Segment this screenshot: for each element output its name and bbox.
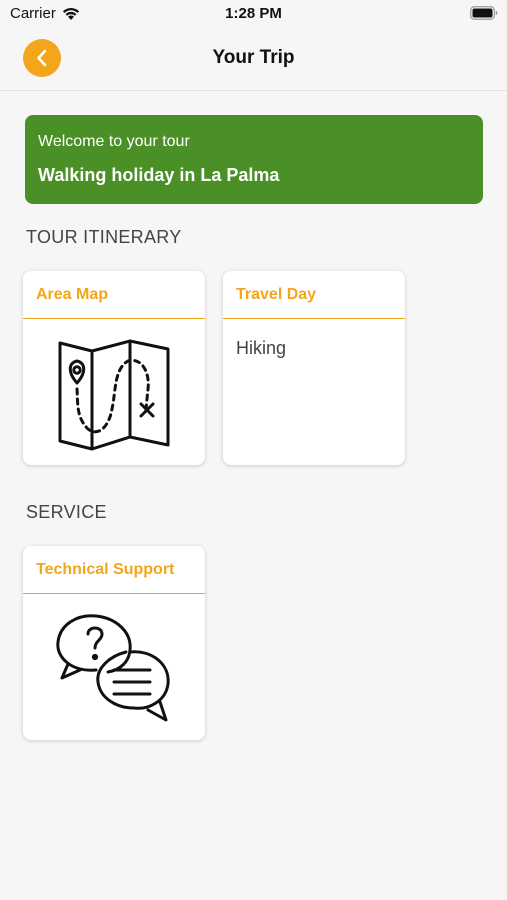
map-icon <box>58 339 170 451</box>
welcome-banner: Welcome to your tour Walking holiday in … <box>25 115 483 204</box>
card-header: Area Map <box>23 271 205 319</box>
card-body <box>23 594 205 740</box>
section-heading-service: SERVICE <box>26 502 107 522</box>
card-title: Technical Support <box>36 560 175 578</box>
travel-day-activity: Hiking <box>236 338 287 358</box>
status-time: 1:28 PM <box>225 5 282 22</box>
welcome-subtitle: Welcome to your tour <box>38 133 190 150</box>
card-header: Technical Support <box>23 546 205 594</box>
card-header: Travel Day <box>223 271 405 319</box>
card-title: Travel Day <box>236 285 317 303</box>
card-body <box>23 319 205 465</box>
area-map-card[interactable]: Area Map <box>23 271 205 465</box>
tour-name: Walking holiday in La Palma <box>38 165 280 185</box>
status-bar: Carrier 1:28 PM <box>0 0 507 28</box>
technical-support-card[interactable]: Technical Support <box>23 546 205 740</box>
travel-day-card[interactable]: Travel Day Hiking <box>223 271 405 465</box>
page-title: Your Trip <box>212 47 295 68</box>
card-body: Hiking <box>223 319 405 465</box>
section-heading-itinerary: TOUR ITINERARY <box>26 227 182 247</box>
card-title: Area Map <box>36 285 109 303</box>
navigation-bar: Your Trip <box>0 28 507 91</box>
support-chat-icon <box>56 614 170 722</box>
battery-icon <box>470 6 498 20</box>
